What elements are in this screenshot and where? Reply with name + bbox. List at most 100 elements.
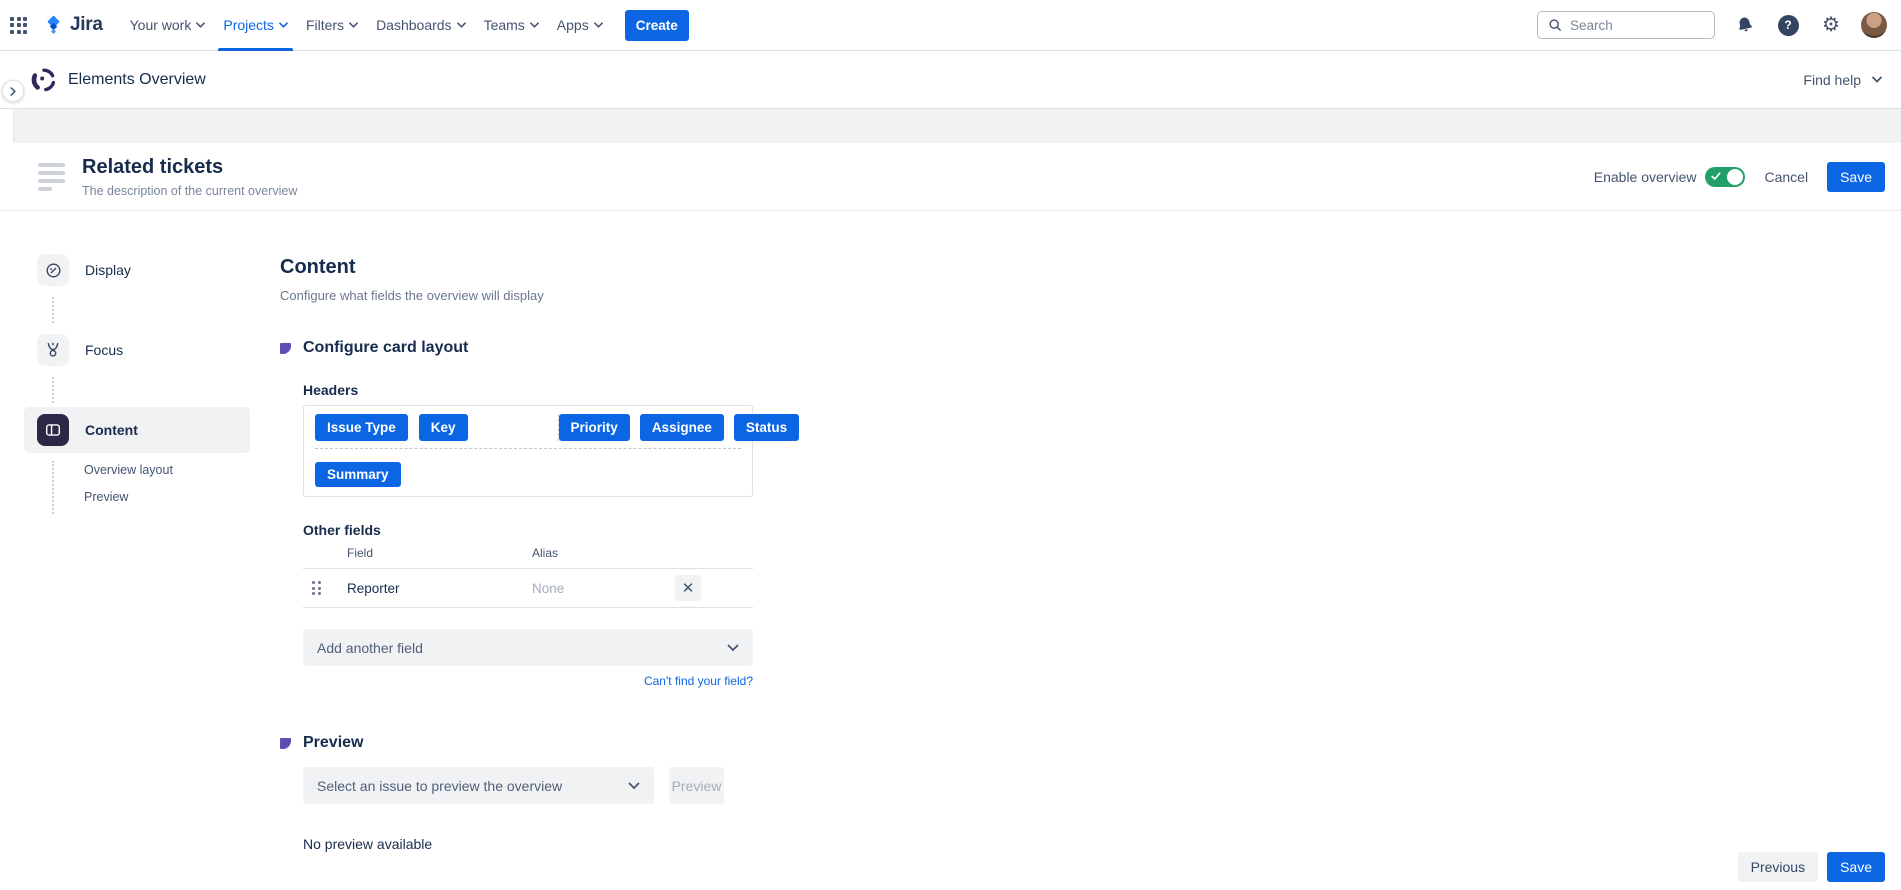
preview-section-title: Preview xyxy=(303,734,363,752)
nav-item-label: Projects xyxy=(223,17,274,33)
page-title: Elements Overview xyxy=(68,71,206,89)
jira-logo-icon xyxy=(42,14,65,37)
field-chip-summary[interactable]: Summary xyxy=(315,462,401,487)
field-chip-priority[interactable]: Priority xyxy=(559,414,630,441)
cant-find-field-link[interactable]: Can't find your field? xyxy=(644,674,753,688)
nav-item-your-work[interactable]: Your work xyxy=(121,0,215,51)
search-input[interactable] xyxy=(1570,18,1704,33)
stepper-connector xyxy=(52,297,54,323)
nav-item-label: Teams xyxy=(484,17,525,33)
step-focus[interactable]: Focus xyxy=(24,327,250,373)
field-name: Reporter xyxy=(347,581,532,596)
nav-item-dashboards[interactable]: Dashboards xyxy=(367,0,475,51)
overview-header: Related tickets The description of the c… xyxy=(0,143,1901,211)
headers-label: Headers xyxy=(303,382,753,398)
nav-right-cluster: ? ⚙ xyxy=(1537,11,1887,39)
no-preview-text: No preview available xyxy=(303,836,753,852)
top-nav: Jira Your work Projects Filters Dashboar… xyxy=(0,0,1901,51)
global-search[interactable] xyxy=(1537,11,1715,39)
chevron-down-icon xyxy=(727,644,739,652)
enable-overview-toggle[interactable] xyxy=(1705,167,1745,187)
app-switcher-icon[interactable] xyxy=(10,17,27,34)
cancel-button[interactable]: Cancel xyxy=(1764,169,1808,185)
config-stepper: Display Focus xyxy=(0,211,279,852)
step-content[interactable]: Content xyxy=(24,407,250,453)
step-label: Content xyxy=(85,422,138,438)
page-background-band xyxy=(13,109,1901,143)
add-field-select[interactable]: Add another field xyxy=(303,629,753,666)
user-avatar[interactable] xyxy=(1861,12,1887,38)
substep-overview-layout[interactable]: Overview layout xyxy=(84,463,279,477)
nav-item-filters[interactable]: Filters xyxy=(297,0,367,51)
nav-item-label: Your work xyxy=(130,17,192,33)
save-button-top[interactable]: Save xyxy=(1827,162,1885,192)
chevron-down-icon xyxy=(457,22,466,28)
footer-actions: Previous Save xyxy=(1738,852,1885,882)
field-chip-key[interactable]: Key xyxy=(419,414,468,441)
content-section-title: Content xyxy=(280,256,753,279)
row-drag-handle-icon[interactable] xyxy=(312,581,321,595)
content-section-subtitle: Configure what fields the overview will … xyxy=(280,288,753,303)
chevron-down-icon xyxy=(1872,76,1882,83)
nav-item-apps[interactable]: Apps xyxy=(548,0,612,51)
create-button[interactable]: Create xyxy=(625,10,689,41)
card-layout-section-title: Configure card layout xyxy=(303,339,468,357)
substep-preview[interactable]: Preview xyxy=(84,490,279,504)
nav-item-teams[interactable]: Teams xyxy=(475,0,548,51)
chevron-down-icon xyxy=(594,22,603,28)
overview-drag-handle-icon[interactable] xyxy=(38,163,65,191)
other-fields-table: Field Alias Reporter ✕ xyxy=(303,546,753,608)
add-field-placeholder: Add another field xyxy=(317,640,423,656)
sidebar-expand-button[interactable] xyxy=(2,80,24,102)
notifications-bell-icon[interactable] xyxy=(1732,12,1758,38)
app-header: Elements Overview Find help xyxy=(0,51,1901,109)
table-row: Reporter ✕ xyxy=(303,568,753,608)
settings-gear-icon[interactable]: ⚙ xyxy=(1818,12,1844,38)
find-help-label: Find help xyxy=(1803,72,1861,88)
focus-step-icon xyxy=(37,334,69,366)
chevron-down-icon xyxy=(349,22,358,28)
content-panel: Content Configure what fields the overvi… xyxy=(279,211,753,852)
find-help-menu[interactable]: Find help xyxy=(1803,72,1882,88)
search-icon xyxy=(1548,18,1562,32)
field-chip-assignee[interactable]: Assignee xyxy=(640,414,724,441)
nav-item-label: Dashboards xyxy=(376,17,452,33)
overview-description: The description of the current overview xyxy=(82,184,297,198)
remove-field-button[interactable]: ✕ xyxy=(675,575,701,601)
preview-select-placeholder: Select an issue to preview the overview xyxy=(317,778,562,794)
content-step-icon xyxy=(37,414,69,446)
previous-button[interactable]: Previous xyxy=(1738,852,1818,882)
overview-config-page: Related tickets The description of the c… xyxy=(0,143,1901,890)
card-layout-row-divider xyxy=(315,448,741,449)
check-icon xyxy=(1711,172,1721,181)
overview-title: Related tickets xyxy=(82,156,297,179)
save-button-bottom[interactable]: Save xyxy=(1827,852,1885,882)
alias-input[interactable] xyxy=(532,581,668,596)
chevron-down-icon xyxy=(196,22,205,28)
toggle-knob xyxy=(1727,169,1743,185)
step-label: Focus xyxy=(85,342,123,358)
help-icon[interactable]: ? xyxy=(1775,12,1801,38)
display-step-icon xyxy=(37,254,69,286)
chevron-down-icon xyxy=(530,22,539,28)
step-display[interactable]: Display xyxy=(24,247,250,293)
section-bullet-icon xyxy=(280,738,291,749)
preview-issue-select[interactable]: Select an issue to preview the overview xyxy=(303,767,654,804)
section-bullet-icon xyxy=(280,343,291,354)
chevron-down-icon xyxy=(628,782,640,790)
nav-item-label: Filters xyxy=(306,17,344,33)
other-fields-label: Other fields xyxy=(303,522,753,538)
jira-brand[interactable]: Jira xyxy=(42,14,103,37)
field-chip-status[interactable]: Status xyxy=(734,414,799,441)
enable-overview-label: Enable overview xyxy=(1594,169,1697,185)
preview-button[interactable]: Preview xyxy=(669,767,724,804)
nav-item-label: Apps xyxy=(557,17,589,33)
column-header-field: Field xyxy=(347,546,532,560)
jira-brand-text: Jira xyxy=(70,14,103,36)
chevron-down-icon xyxy=(279,22,288,28)
nav-item-projects[interactable]: Projects xyxy=(214,0,297,51)
card-layout-editor: Issue Type Key Priority Assignee Status … xyxy=(303,405,753,497)
elements-overview-logo-icon xyxy=(31,67,57,93)
field-chip-issue-type[interactable]: Issue Type xyxy=(315,414,408,441)
content-substeps: Overview layout Preview xyxy=(52,461,279,514)
